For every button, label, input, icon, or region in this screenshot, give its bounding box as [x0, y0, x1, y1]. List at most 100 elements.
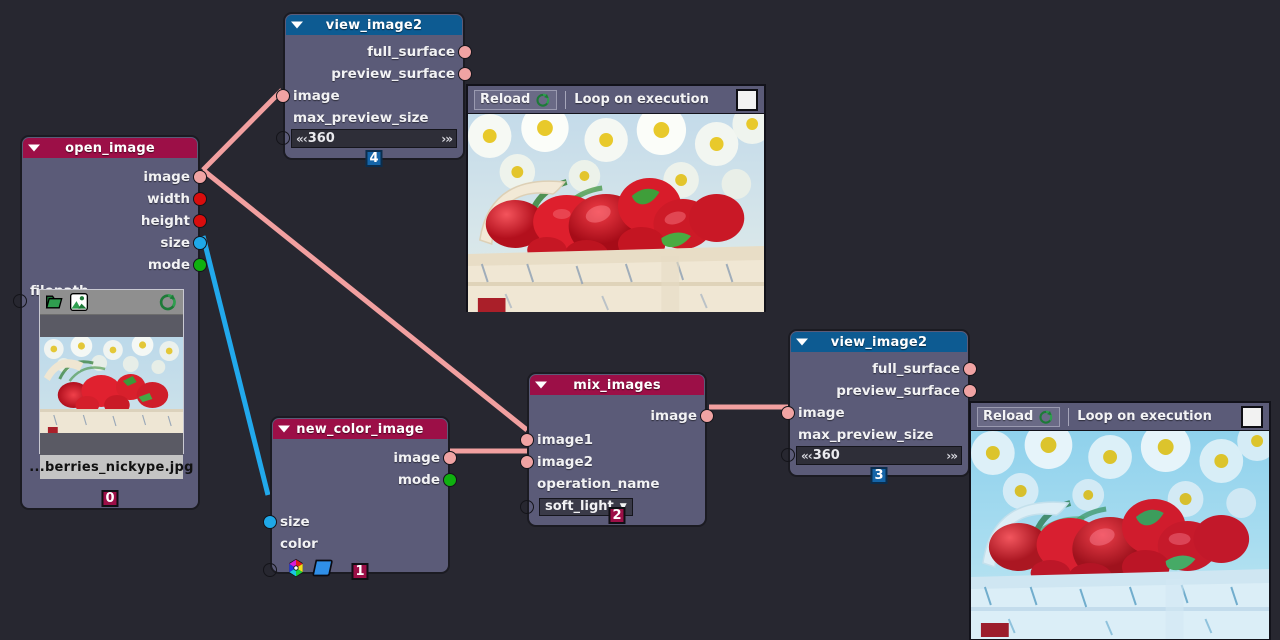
- socket-max-preview-size[interactable]: [781, 448, 795, 462]
- input-label: max_preview_size: [798, 427, 934, 443]
- node-view-image2-top[interactable]: view_image2 full_surface preview_surface…: [276, 12, 472, 167]
- toolbar-separator: [1068, 407, 1070, 426]
- collapse-caret-icon[interactable]: [291, 21, 303, 29]
- socket-preview-surface[interactable]: [963, 384, 977, 398]
- max-preview-size-stepper[interactable]: «‹ 360 ›»: [796, 446, 962, 465]
- output-image[interactable]: image: [22, 166, 207, 188]
- socket-image[interactable]: [276, 89, 290, 103]
- increment-icon[interactable]: ›»: [441, 132, 453, 146]
- increment-icon[interactable]: ›»: [946, 449, 958, 463]
- filepath-thumbnail: [40, 337, 183, 433]
- operation-name-value: soft_light: [545, 499, 614, 514]
- socket-color[interactable]: [263, 563, 277, 577]
- filepath-pad-bottom: [40, 433, 183, 455]
- collapse-caret-icon[interactable]: [535, 381, 547, 389]
- node-graph-canvas[interactable]: view_image2 full_surface preview_surface…: [0, 0, 1280, 640]
- output-preview-surface[interactable]: preview_surface: [285, 63, 472, 85]
- collapse-caret-icon[interactable]: [28, 144, 40, 152]
- input-color-label: color: [272, 533, 448, 555]
- input-image2[interactable]: image2: [520, 451, 705, 473]
- output-height[interactable]: height: [22, 210, 207, 232]
- socket-full-surface[interactable]: [963, 362, 977, 376]
- socket-image[interactable]: [443, 451, 457, 465]
- reload-icon[interactable]: [535, 92, 551, 108]
- node-title-label: mix_images: [573, 377, 661, 393]
- reload-label: Reload: [983, 409, 1034, 424]
- input-label: image2: [537, 454, 594, 470]
- node-title-bar[interactable]: view_image2: [286, 15, 462, 35]
- max-preview-size-stepper[interactable]: «‹ 360 ›»: [291, 129, 457, 148]
- socket-mode[interactable]: [443, 473, 457, 487]
- socket-image1[interactable]: [520, 433, 534, 447]
- output-image[interactable]: image: [529, 405, 714, 427]
- node-mix-images[interactable]: mix_images image image1 image2 operation…: [520, 372, 714, 527]
- node-view-image2-bottom[interactable]: view_image2 full_surface preview_surface…: [781, 329, 977, 484]
- loop-on-execution-checkbox[interactable]: [736, 88, 758, 111]
- input-size[interactable]: size: [263, 511, 448, 533]
- socket-operation-name[interactable]: [520, 500, 534, 514]
- socket-preview-surface[interactable]: [458, 67, 472, 81]
- loop-on-execution-checkbox[interactable]: [1241, 405, 1263, 428]
- input-image[interactable]: image: [276, 85, 463, 107]
- filepath-toolbar[interactable]: [40, 290, 183, 315]
- preview-panel-top[interactable]: Reload Loop on execution: [466, 84, 766, 312]
- collapse-caret-icon[interactable]: [796, 338, 808, 346]
- image-file-icon[interactable]: [69, 292, 89, 312]
- socket-size[interactable]: [263, 515, 277, 529]
- input-image[interactable]: image: [781, 402, 968, 424]
- node-title-bar[interactable]: new_color_image: [273, 419, 447, 439]
- reload-button[interactable]: Reload: [977, 406, 1061, 427]
- output-full-surface[interactable]: full_surface: [790, 358, 977, 380]
- output-mode[interactable]: mode: [272, 469, 457, 491]
- node-index-badge: 0: [101, 490, 119, 507]
- node-new-color-image[interactable]: new_color_image image mode size color 1: [263, 416, 457, 580]
- node-title-bar[interactable]: view_image2: [791, 332, 967, 352]
- filepath-widget[interactable]: ...berries_nickype.jpg: [29, 289, 193, 479]
- preview-toolbar[interactable]: Reload Loop on execution: [468, 86, 764, 114]
- reload-button[interactable]: Reload: [474, 89, 558, 110]
- input-label: image1: [537, 432, 594, 448]
- socket-image[interactable]: [781, 406, 795, 420]
- node-title-label: view_image2: [830, 334, 928, 350]
- decrement-icon[interactable]: «‹: [801, 449, 813, 463]
- reload-icon[interactable]: [158, 292, 178, 312]
- output-image[interactable]: image: [272, 447, 457, 469]
- filepath-pad-top: [40, 315, 183, 337]
- max-preview-size-value: 360: [812, 448, 840, 463]
- socket-width[interactable]: [193, 192, 207, 206]
- socket-max-preview-size[interactable]: [276, 131, 290, 145]
- output-preview-surface[interactable]: preview_surface: [790, 380, 977, 402]
- socket-image[interactable]: [193, 170, 207, 184]
- reload-icon[interactable]: [1038, 409, 1054, 425]
- color-wheel-icon[interactable]: [286, 558, 306, 578]
- preview-toolbar[interactable]: Reload Loop on execution: [971, 403, 1269, 431]
- socket-mode[interactable]: [193, 258, 207, 272]
- decrement-icon[interactable]: «‹: [296, 132, 308, 146]
- collapse-caret-icon[interactable]: [278, 425, 290, 433]
- node-title-bar[interactable]: mix_images: [530, 375, 704, 395]
- output-label: size: [160, 235, 190, 251]
- output-label: preview_surface: [836, 383, 960, 399]
- node-open-image[interactable]: open_image image width height size mode …: [13, 135, 207, 510]
- color-swatch-icon[interactable]: [312, 558, 334, 578]
- output-width[interactable]: width: [22, 188, 207, 210]
- output-label: full_surface: [367, 44, 455, 60]
- output-size[interactable]: size: [22, 232, 207, 254]
- preview-panel-bottom[interactable]: Reload Loop on execution: [969, 401, 1271, 640]
- folder-icon[interactable]: [45, 292, 65, 312]
- socket-image[interactable]: [700, 409, 714, 423]
- output-mode[interactable]: mode: [22, 254, 207, 276]
- node-title-label: open_image: [65, 140, 155, 156]
- output-full-surface[interactable]: full_surface: [285, 41, 472, 63]
- input-operation-name-label: operation_name: [529, 473, 705, 495]
- socket-image2[interactable]: [520, 455, 534, 469]
- input-label: image: [798, 405, 845, 421]
- socket-full-surface[interactable]: [458, 45, 472, 59]
- node-title-label: view_image2: [325, 17, 423, 33]
- node-title-bar[interactable]: open_image: [23, 138, 197, 158]
- input-max-preview-size-label: max_preview_size: [790, 424, 968, 446]
- socket-height[interactable]: [193, 214, 207, 228]
- socket-filepath[interactable]: [13, 294, 27, 308]
- socket-size[interactable]: [193, 236, 207, 250]
- input-image1[interactable]: image1: [520, 429, 705, 451]
